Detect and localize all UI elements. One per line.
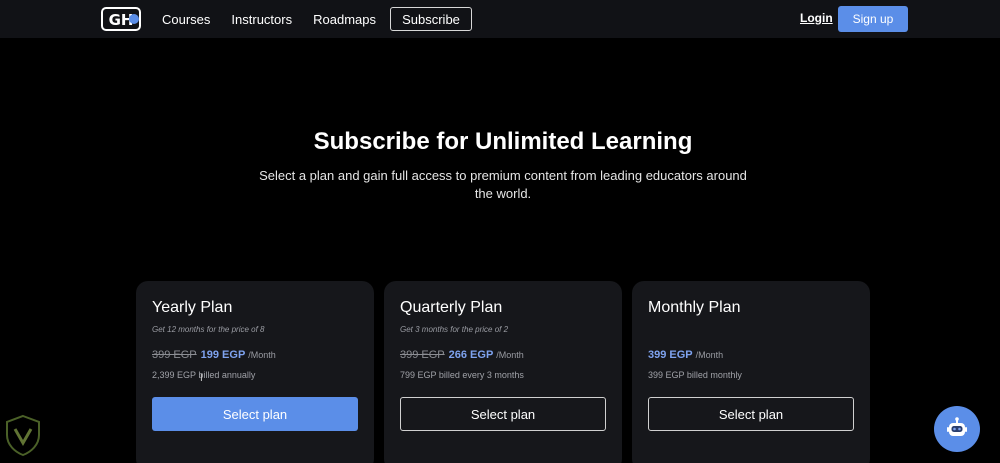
select-plan-monthly-button[interactable]: Select plan [648,397,854,431]
page-subtitle: Select a plan and gain full access to pr… [259,168,747,201]
price-unit: /Month [248,350,276,360]
plan-title: Monthly Plan [648,299,741,316]
nav-link-courses[interactable]: Courses [162,12,210,27]
gh-logo-icon[interactable]: GH [100,5,142,33]
old-price: 399 EGP [152,349,197,361]
new-price: 199 EGP [200,349,246,361]
login-link[interactable]: Login [800,11,833,25]
plan-tagline: Get 3 months for the price of 2 [400,325,509,334]
new-price: 266 EGP [448,349,494,361]
select-plan-yearly-button[interactable]: Select plan [152,397,358,431]
nav-link-roadmaps[interactable]: Roadmaps [313,12,376,27]
price-unit: /Month [496,350,524,360]
robot-chat-icon[interactable] [934,406,980,452]
signup-button[interactable]: Sign up [838,6,908,32]
price-row: 399 EGP 199 EGP /Month [152,349,276,361]
shield-watermark-icon [3,413,43,458]
plan-card-monthly: Monthly Plan 399 EGP /Month 399 EGP bill… [632,281,870,463]
plan-title: Quarterly Plan [400,299,503,316]
plan-card-yearly: Yearly Plan Get 12 months for the price … [136,281,374,463]
price-row: 399 EGP /Month [648,349,723,361]
billing-note: 799 EGP billed every 3 months [400,370,524,380]
plan-title: Yearly Plan [152,299,233,316]
subscribe-button[interactable]: Subscribe [390,7,472,31]
page-title: Subscribe for Unlimited Learning [313,128,693,155]
price-unit: /Month [695,350,724,360]
price-row: 399 EGP 266 EGP /Month [400,349,524,361]
select-plan-quarterly-button[interactable]: Select plan [400,397,606,431]
new-price: 399 EGP [648,349,693,361]
plan-card-quarterly: Quarterly Plan Get 3 months for the pric… [384,281,622,463]
nav-link-instructors[interactable]: Instructors [231,12,292,27]
plan-tagline: Get 12 months for the price of 8 [152,325,265,334]
billing-note: 399 EGP billed monthly [648,370,742,380]
old-price: 399 EGP [400,349,445,361]
text-cursor-icon: I [200,373,203,384]
top-navbar: GH Courses Instructors Roadmaps Subscrib… [0,0,1000,38]
nav-links: Courses Instructors Roadmaps [162,0,397,38]
billing-note: 2,399 EGP billed annually [152,370,256,380]
